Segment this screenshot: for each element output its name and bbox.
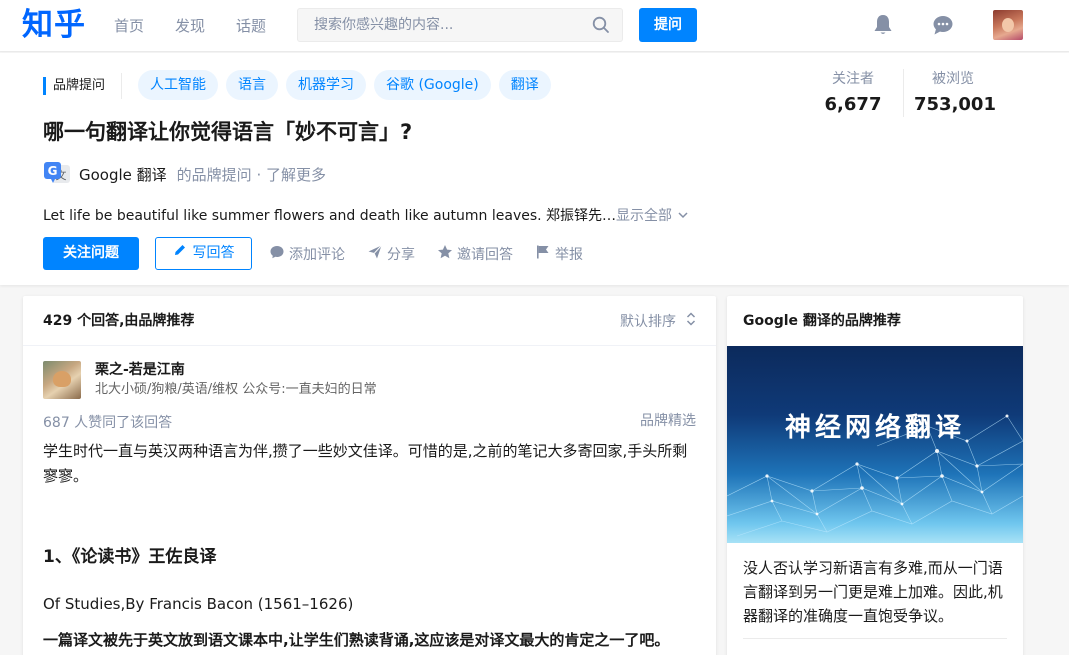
sort-label: 默认排序 xyxy=(620,314,676,330)
bell-icon[interactable] xyxy=(873,14,893,40)
topic-tag[interactable]: 语言 xyxy=(226,70,278,100)
views-label: 被浏览 xyxy=(932,71,974,87)
answers-header: 429 个回答,由品牌推荐 默认排序 xyxy=(23,296,716,346)
nav-link-home[interactable]: 首页 xyxy=(114,16,144,36)
search-box xyxy=(297,8,623,42)
share-label: 分享 xyxy=(387,246,415,263)
nav-link-topics[interactable]: 话题 xyxy=(236,16,266,36)
top-nav: 知乎 首页 发现 话题 提问 xyxy=(0,0,1069,52)
vote-count: 687 人赞同了该回答 xyxy=(43,415,173,431)
share-action[interactable]: 分享 xyxy=(367,244,415,264)
show-all-label: 显示全部 xyxy=(616,208,673,224)
question-header: 品牌提问 人工智能 语言 机器学习 谷歌 (Google) 翻译 关注者 6,6… xyxy=(0,53,1069,285)
question-actions: 添加评论 分享 邀请回答 举报 xyxy=(269,237,605,270)
invite-answer-action[interactable]: 邀请回答 xyxy=(437,244,513,264)
answer-paragraph: Of Studies,By Francis Bacon (1561–1626) xyxy=(43,595,354,613)
add-comment-action[interactable]: 添加评论 xyxy=(269,244,345,264)
report-action[interactable]: 举报 xyxy=(535,244,583,264)
add-comment-label: 添加评论 xyxy=(289,246,345,263)
sort-icon xyxy=(686,311,696,333)
brand-question-tag: 品牌提问 xyxy=(43,77,105,95)
views-count: 753,001 xyxy=(914,94,996,115)
brand-row: 文 G Google 翻译 的品牌提问 · 了解更多 xyxy=(43,159,326,189)
follow-question-button[interactable]: 关注问题 xyxy=(43,237,139,270)
excerpt-text: Let life be beautiful like summer flower… xyxy=(43,208,617,224)
author-avatar[interactable] xyxy=(43,361,81,399)
topic-list: 人工智能 语言 机器学习 谷歌 (Google) 翻译 xyxy=(138,70,559,100)
flag-icon xyxy=(535,244,551,264)
followers-stat: 关注者 6,677 xyxy=(817,69,889,118)
sort-dropdown[interactable]: 默认排序 xyxy=(620,311,696,333)
search-input[interactable] xyxy=(298,9,578,41)
author-name[interactable]: 栗之-若是江南 xyxy=(95,360,185,380)
user-avatar[interactable] xyxy=(993,10,1023,40)
nav-link-discover[interactable]: 发现 xyxy=(175,16,205,36)
comment-icon xyxy=(269,244,285,264)
answer-paragraph-bold: 一篇译文被先于英文放到语文课本中,让学生们熟读背诵,这应该是对译文最大的肯定之一… xyxy=(43,631,670,649)
brand-name[interactable]: Google 翻译 xyxy=(79,164,167,185)
divider xyxy=(743,638,1007,639)
topic-tag[interactable]: 人工智能 xyxy=(138,70,218,100)
brand-recommendation-card: Google 翻译的品牌推荐 神经网络翻译 没人否认学习新语言有多难,而从一门语… xyxy=(727,296,1023,655)
chat-icon[interactable] xyxy=(932,14,954,40)
answer-count: 429 个回答,由品牌推荐 xyxy=(43,313,195,329)
brand-note[interactable]: 的品牌提问 · 了解更多 xyxy=(177,164,326,185)
divider xyxy=(121,73,122,99)
stat-divider xyxy=(903,69,904,117)
report-label: 举报 xyxy=(555,246,583,263)
side-card-title: Google 翻译的品牌推荐 xyxy=(743,313,901,329)
pencil-icon xyxy=(173,238,187,269)
views-stat: 被浏览 753,001 xyxy=(914,69,996,118)
google-translate-icon[interactable]: 文 G xyxy=(43,160,71,188)
author-bio: 北大小硕/狗粮/英语/维权 公众号:一直夫妇的日常 xyxy=(95,382,377,397)
followers-label: 关注者 xyxy=(832,71,874,87)
write-answer-button[interactable]: 写回答 xyxy=(155,237,252,270)
star-icon xyxy=(437,244,453,264)
banner-title: 神经网络翻译 xyxy=(784,413,965,443)
invite-answer-label: 邀请回答 xyxy=(457,246,513,263)
question-excerpt: Let life be beautiful like summer flower… xyxy=(43,205,689,227)
ask-button[interactable]: 提问 xyxy=(639,8,697,42)
nav-links: 首页 发现 话题 xyxy=(114,16,297,36)
answers-card: 429 个回答,由品牌推荐 默认排序 栗之-若是江南 北大小硕/狗粮/英语/维权… xyxy=(23,296,716,655)
neural-translation-banner[interactable]: 神经网络翻译 xyxy=(727,346,1023,543)
followers-count: 6,677 xyxy=(824,94,882,115)
topic-tag[interactable]: 机器学习 xyxy=(286,70,366,100)
topic-tag[interactable]: 谷歌 (Google) xyxy=(374,70,491,100)
share-icon xyxy=(367,244,383,264)
write-answer-label: 写回答 xyxy=(192,245,235,261)
question-title: 哪一句翻译让你觉得语言「妙不可言」? xyxy=(43,120,413,144)
answer-paragraph: 学生时代一直与英汉两种语言为伴,攒了一些妙文佳译。可惜的是,之前的笔记大多寄回家… xyxy=(43,442,688,485)
show-all-link[interactable]: 显示全部 xyxy=(616,208,688,224)
chevron-down-icon xyxy=(677,208,689,224)
search-icon[interactable] xyxy=(592,16,610,38)
topic-tag[interactable]: 翻译 xyxy=(498,70,551,100)
zhihu-logo[interactable]: 知乎 xyxy=(22,6,86,44)
answer-heading: 1、《论读书》王佐良译 xyxy=(43,547,217,567)
svg-text:G: G xyxy=(48,164,58,178)
side-card-description: 没人否认学习新语言有多难,而从一门语言翻译到另一门更是难上加难。因此,机器翻译的… xyxy=(743,559,1003,625)
brand-featured-label: 品牌精选 xyxy=(640,413,696,429)
